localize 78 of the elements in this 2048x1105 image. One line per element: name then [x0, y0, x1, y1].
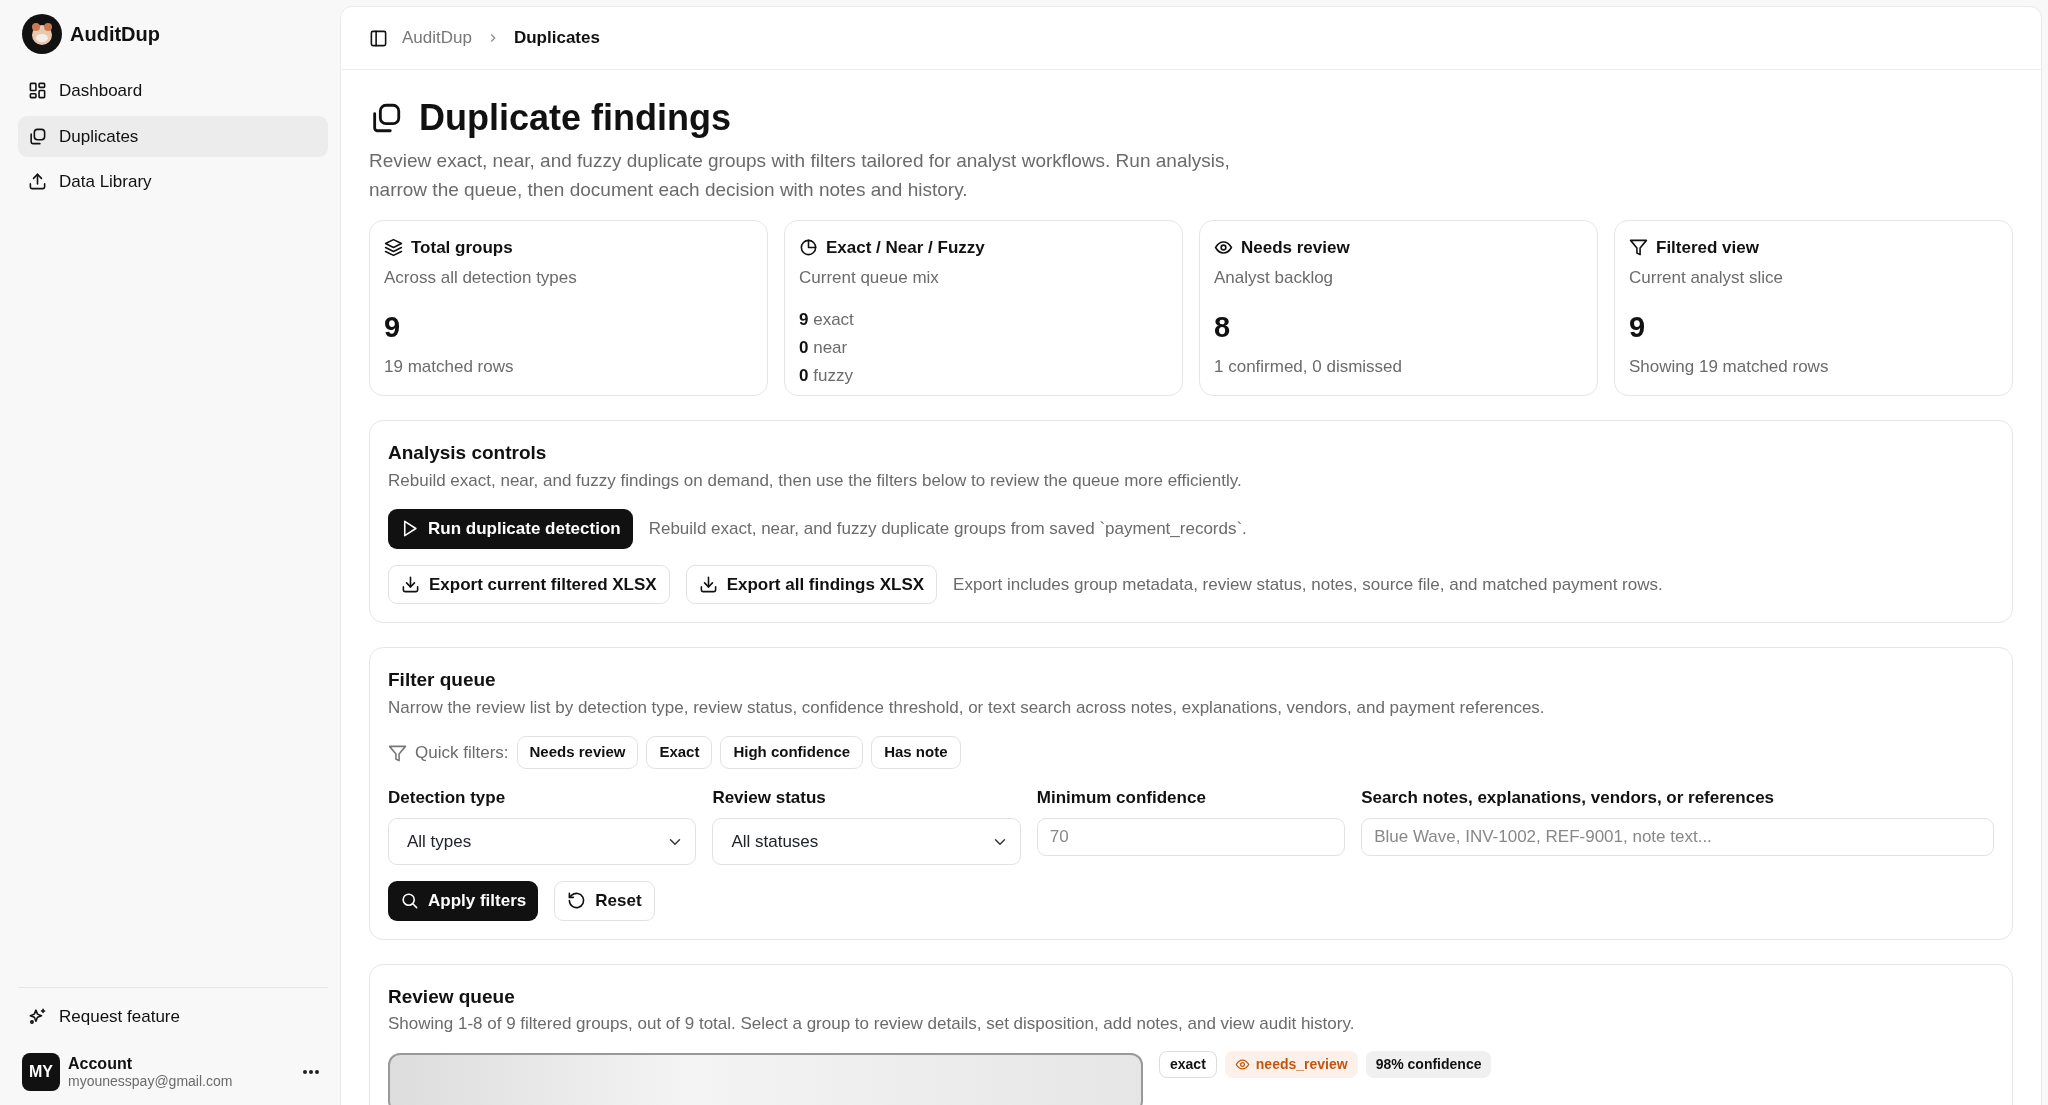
account-name: Account [68, 1054, 133, 1074]
export-button[interactable]: Export all findings XLSX [685, 564, 938, 605]
mix-label: exact [813, 310, 854, 330]
quick-filter-chip[interactable]: Needs review [516, 736, 639, 769]
panel-description: Showing 1-8 of 9 filtered groups, out of 9 total. Select a group to review details, set disposition, add notes, and view audit history. [388, 1013, 1356, 1036]
type-tag: exact [1159, 1050, 1217, 1078]
input-field[interactable]: Blue Wave, INV-1002, REF-9001, note text... [1361, 818, 1994, 857]
panel-description: Rebuild exact, near, and fuzzy findings on demand, then use the filters below to review the queue more efficiently. [388, 469, 1243, 492]
sidebar-item[interactable]: Duplicates [18, 115, 328, 157]
input-field[interactable]: 70 [1036, 818, 1346, 857]
mix-count: 0 [799, 366, 809, 386]
stat-note: 19 matched rows [384, 355, 515, 378]
filter-icon [388, 743, 407, 763]
mix-label: fuzzy [813, 366, 853, 386]
apply-filters-button[interactable]: Apply filters [388, 881, 539, 921]
stat-subtitle: Across all detection types [384, 266, 578, 289]
select-field[interactable]: All statuses [712, 818, 1021, 866]
stat-subtitle: Current queue mix [799, 266, 940, 289]
stat-title: Exact / Near / Fuzzy [826, 237, 985, 260]
sidebar-toggle-icon[interactable] [369, 28, 388, 48]
panel-description: Narrow the review list by detection type, review status, confidence threshold, or text search across notes, explanations, vendors, and payment references. [388, 696, 1546, 719]
select-field[interactable]: All types [388, 818, 697, 866]
app-name: AuditDup [70, 22, 160, 47]
filter-icon [1629, 238, 1648, 258]
stat-note: Showing 19 matched rows [1629, 355, 1830, 378]
mix-count: 9 [799, 310, 809, 330]
export-button[interactable]: Export current filtered XLSX [388, 564, 670, 605]
field-label: Minimum confidence [1036, 786, 1207, 809]
account-email: myounesspay@gmail.com [68, 1073, 234, 1090]
upload-icon [28, 172, 47, 192]
stat-subtitle: Analyst backlog [1214, 266, 1335, 289]
eye-icon [1234, 1056, 1250, 1072]
mix-label: near [813, 338, 848, 358]
stat-title: Needs review [1241, 237, 1350, 260]
download-icon [698, 574, 718, 594]
account-avatar: MY [22, 1053, 60, 1091]
more-icon [302, 1069, 320, 1075]
download-icon [401, 574, 420, 594]
group-card[interactable] [388, 1052, 1143, 1105]
mix-count: 0 [799, 338, 809, 358]
field-label: Search notes, explanations, vendors, or references [1361, 786, 1776, 809]
run-note: Rebuild exact, near, and fuzzy duplicate groups from saved `payment_records`. [648, 518, 1247, 541]
breadcrumb-item: Duplicates [513, 27, 600, 50]
confidence-tag: 98% confidence [1365, 1050, 1492, 1078]
reset-button[interactable]: Reset [554, 881, 655, 921]
stat-value: 8 [1214, 310, 1232, 346]
layers-icon [384, 238, 403, 258]
panel-title: Analysis controls [388, 441, 548, 466]
export-note: Export includes group metadata, review status, notes, source file, and matched payment rows. [953, 573, 1663, 596]
quick-filters-label: Quick filters: [415, 741, 509, 764]
sidebar-item[interactable]: Data Library [18, 161, 328, 203]
sidebar-item[interactable]: Dashboard [18, 70, 328, 112]
breadcrumb-item[interactable]: AuditDup [402, 25, 472, 51]
request-feature-link[interactable]: Request feature [18, 995, 328, 1037]
stat-note: 1 confirmed, 0 dismissed [1214, 355, 1404, 378]
run-detection-button[interactable]: Run duplicate detection [388, 509, 633, 549]
status-tag: needs_review [1224, 1050, 1358, 1078]
page-title: Duplicate findings [419, 96, 731, 140]
panel-title: Review queue [388, 984, 516, 1009]
dashboard-icon [28, 81, 47, 101]
stat-title: Total groups [411, 237, 513, 260]
stat-subtitle: Current analyst slice [1629, 266, 1784, 289]
stat-title: Filtered view [1656, 237, 1759, 260]
pie-chart-icon [799, 238, 818, 258]
stat-value: 9 [384, 310, 402, 346]
panel-title: Filter queue [388, 668, 497, 693]
search-icon [400, 891, 419, 911]
reset-icon [567, 891, 587, 911]
sparkle-icon [28, 1006, 47, 1026]
field-label: Review status [712, 786, 827, 809]
quick-filter-chip[interactable]: High confidence [720, 736, 864, 769]
quick-filter-chip[interactable]: Exact [646, 736, 713, 769]
logo [22, 14, 62, 54]
page-description: Review exact, near, and fuzzy duplicate groups with filters tailored for analyst workflows. Run analysis, narrow the queue, then document each decision with notes and history. [369, 149, 1231, 202]
stat-value: 9 [1629, 310, 1647, 346]
quick-filter-chip[interactable]: Has note [871, 736, 961, 769]
field-label: Detection type [388, 786, 507, 809]
duplicates-icon [28, 126, 47, 146]
